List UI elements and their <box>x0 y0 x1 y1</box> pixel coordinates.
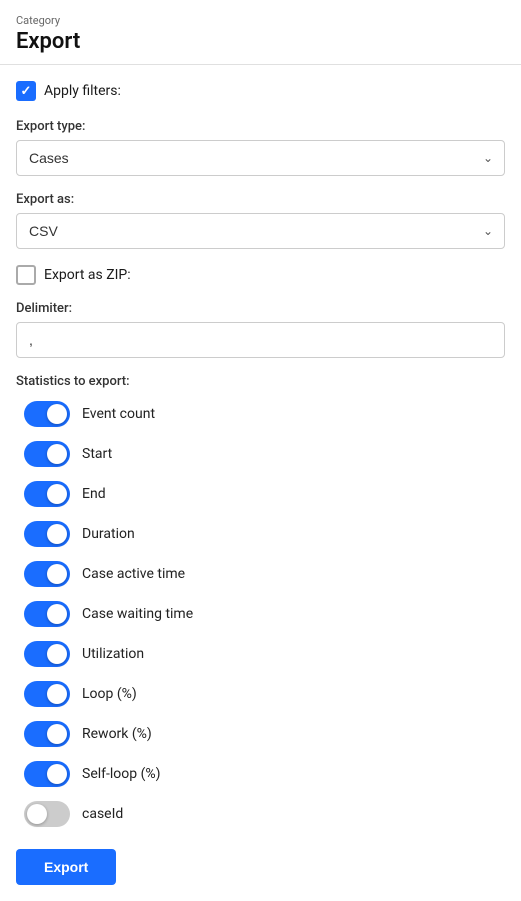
toggle-row-case-active-time: Case active time <box>16 561 505 587</box>
toggle-label-case-id: caseId <box>82 806 123 822</box>
toggle-row-rework: Rework (%) <box>16 721 505 747</box>
export-as-zip-label: Export as ZIP: <box>44 267 131 283</box>
toggle-label-case-active-time: Case active time <box>82 566 185 582</box>
export-as-zip-checkbox[interactable] <box>16 265 36 285</box>
export-type-wrapper: Cases Events Resources ⌄ <box>16 140 505 176</box>
toggle-thumb-loop <box>47 684 67 704</box>
toggle-label-duration: Duration <box>82 526 135 542</box>
toggle-rework[interactable] <box>24 721 70 747</box>
toggle-thumb-start <box>47 444 67 464</box>
toggle-thumb-case-active-time <box>47 564 67 584</box>
toggle-row-case-waiting-time: Case waiting time <box>16 601 505 627</box>
page-title: Export <box>16 29 505 54</box>
toggle-label-loop: Loop (%) <box>82 686 137 702</box>
statistics-section: Statistics to export: Event count Start … <box>16 374 505 827</box>
toggle-case-active-time[interactable] <box>24 561 70 587</box>
toggle-case-id[interactable] <box>24 801 70 827</box>
toggle-thumb-utilization <box>47 644 67 664</box>
toggle-row-loop: Loop (%) <box>16 681 505 707</box>
export-type-group: Export type: Cases Events Resources ⌄ <box>16 119 505 176</box>
toggle-row-start: Start <box>16 441 505 467</box>
apply-filters-row: ✓ Apply filters: <box>16 81 505 101</box>
export-button[interactable]: Export <box>16 849 116 885</box>
toggle-thumb-rework <box>47 724 67 744</box>
statistics-label: Statistics to export: <box>16 374 505 389</box>
toggle-label-end: End <box>82 486 106 502</box>
export-as-group: Export as: CSV Excel JSON ⌄ <box>16 192 505 249</box>
toggle-duration[interactable] <box>24 521 70 547</box>
delimiter-group: Delimiter: <box>16 301 505 358</box>
toggle-start[interactable] <box>24 441 70 467</box>
export-as-select[interactable]: CSV Excel JSON <box>16 213 505 249</box>
apply-filters-label: Apply filters: <box>44 83 121 99</box>
delimiter-label: Delimiter: <box>16 301 505 316</box>
toggle-label-rework: Rework (%) <box>82 726 152 742</box>
checkmark-icon: ✓ <box>21 84 32 99</box>
header: Category Export <box>0 0 521 65</box>
toggle-case-waiting-time[interactable] <box>24 601 70 627</box>
toggle-row-event-count: Event count <box>16 401 505 427</box>
export-type-select[interactable]: Cases Events Resources <box>16 140 505 176</box>
toggle-self-loop[interactable] <box>24 761 70 787</box>
toggle-thumb-end <box>47 484 67 504</box>
delimiter-input[interactable] <box>16 322 505 358</box>
toggle-row-self-loop: Self-loop (%) <box>16 761 505 787</box>
toggle-label-event-count: Event count <box>82 406 155 422</box>
toggle-thumb-event-count <box>47 404 67 424</box>
export-as-label: Export as: <box>16 192 505 207</box>
toggle-label-start: Start <box>82 446 112 462</box>
toggle-label-case-waiting-time: Case waiting time <box>82 606 193 622</box>
toggle-loop[interactable] <box>24 681 70 707</box>
toggle-end[interactable] <box>24 481 70 507</box>
toggle-row-duration: Duration <box>16 521 505 547</box>
category-label: Category <box>16 14 505 27</box>
export-as-wrapper: CSV Excel JSON ⌄ <box>16 213 505 249</box>
toggle-row-end: End <box>16 481 505 507</box>
toggle-thumb-case-waiting-time <box>47 604 67 624</box>
toggle-utilization[interactable] <box>24 641 70 667</box>
toggle-row-case-id: caseId <box>16 801 505 827</box>
toggle-event-count[interactable] <box>24 401 70 427</box>
toggle-row-utilization: Utilization <box>16 641 505 667</box>
toggle-thumb-case-id <box>27 804 47 824</box>
content-area: ✓ Apply filters: Export type: Cases Even… <box>0 65 521 901</box>
apply-filters-checkbox[interactable]: ✓ <box>16 81 36 101</box>
toggle-thumb-self-loop <box>47 764 67 784</box>
toggle-thumb-duration <box>47 524 67 544</box>
toggle-label-utilization: Utilization <box>82 646 144 662</box>
export-as-zip-row: Export as ZIP: <box>16 265 505 285</box>
export-type-label: Export type: <box>16 119 505 134</box>
toggle-label-self-loop: Self-loop (%) <box>82 766 161 782</box>
